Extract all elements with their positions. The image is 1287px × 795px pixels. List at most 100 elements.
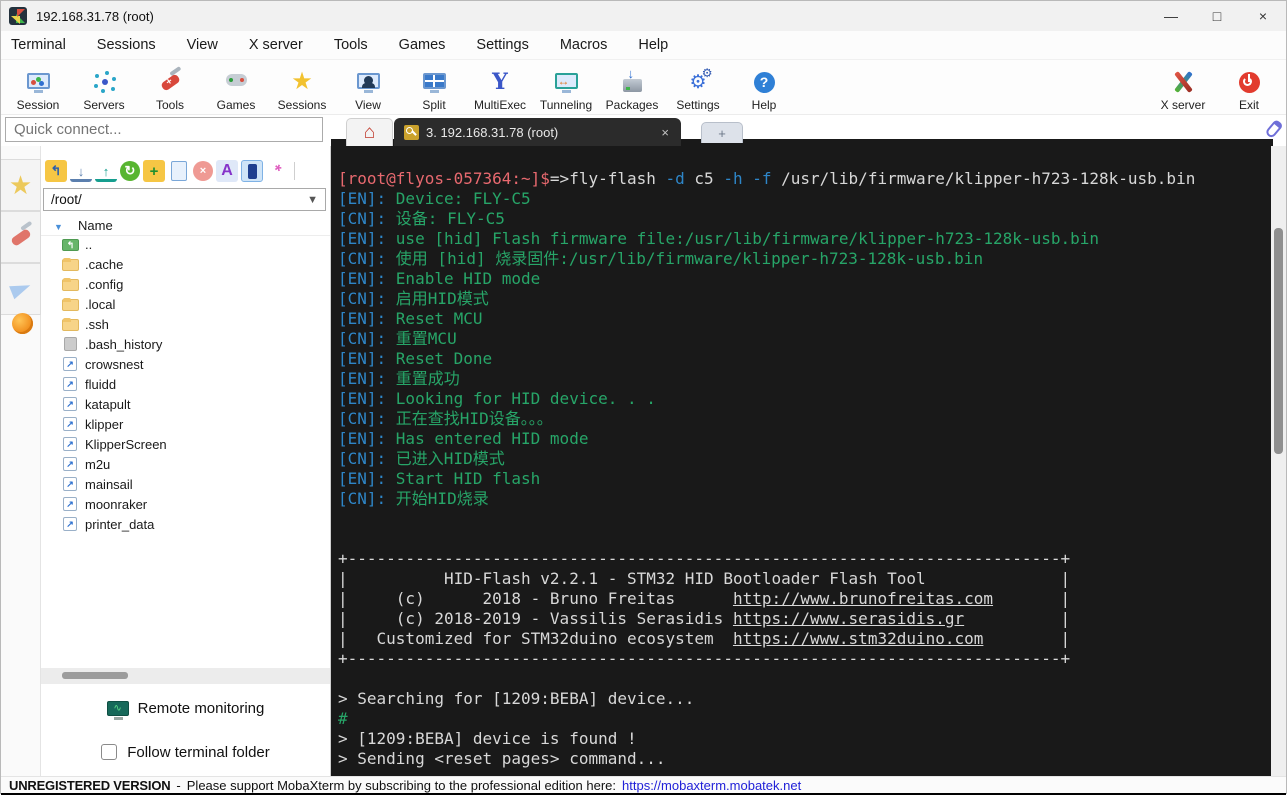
- download-icon[interactable]: ↓: [70, 160, 92, 182]
- key-icon: [404, 124, 419, 140]
- file-row-printer_data[interactable]: ↗ printer_data: [41, 514, 330, 534]
- file-name: klipper: [85, 416, 124, 432]
- toolbar-view-button[interactable]: View: [335, 64, 401, 112]
- terminal-line: [CN]: 重置MCU: [338, 329, 457, 348]
- knife-icon: [9, 227, 32, 247]
- remote-monitoring-button[interactable]: ∿ Remote monitoring: [41, 693, 330, 723]
- minimize-button[interactable]: —: [1148, 1, 1194, 31]
- follow-checkbox[interactable]: [101, 744, 118, 760]
- terminal-line: [EN]: Start HID flash: [338, 469, 541, 488]
- menu-help[interactable]: Help: [636, 34, 670, 56]
- mobatek-link[interactable]: https://mobaxterm.mobatek.net: [622, 778, 801, 793]
- file-row-.local[interactable]: .local: [41, 294, 330, 314]
- file-row-.ssh[interactable]: .ssh: [41, 314, 330, 334]
- toolbar-settings-button[interactable]: ⚙ ⚙ Settings: [665, 64, 731, 113]
- file-row-moonraker[interactable]: ↗ moonraker: [41, 494, 330, 514]
- paperclip-icon[interactable]: [1264, 118, 1284, 140]
- delete-icon[interactable]: ×: [193, 161, 213, 181]
- toolbar-split-button[interactable]: Split: [401, 64, 467, 112]
- menu-sessions[interactable]: Sessions: [95, 34, 158, 56]
- file-toolbar: ↰ ↓ ↑ ↻ + × A *: [45, 158, 295, 184]
- menu-view[interactable]: View: [185, 34, 220, 56]
- toolbar-multiexec-button[interactable]: Y MultiExec: [467, 64, 533, 112]
- file-row-klipper[interactable]: ↗ klipper: [41, 414, 330, 434]
- file-list: ↰.. .cache .config .local .ssh .bash_history ↗…: [41, 234, 330, 534]
- file-list-header[interactable]: ▼ Name: [41, 216, 330, 236]
- refresh-icon[interactable]: ↻: [120, 161, 140, 181]
- toolbar-xserver-button[interactable]: X server: [1150, 64, 1216, 112]
- terminal-output[interactable]: [root@flyos-057364:~]$=>fly-flash -d c5 …: [331, 139, 1273, 776]
- symlink-icon: ↗: [63, 417, 77, 431]
- h-scroll-thumb[interactable]: [62, 672, 128, 679]
- path-combobox[interactable]: /root/ ▼: [43, 188, 326, 211]
- font-icon[interactable]: A: [216, 160, 238, 182]
- sidebar-macros-button[interactable]: [1, 263, 41, 315]
- file-row-..[interactable]: ↰..: [41, 234, 330, 254]
- toolbar-label: X server: [1160, 98, 1206, 112]
- toolbar-help-button[interactable]: ? Help: [731, 64, 797, 112]
- terminal-line: | (c) 2018-2019 - Vassilis Serasidis htt…: [338, 609, 1071, 628]
- terminal-line: [EN]: Enable HID mode: [338, 269, 541, 288]
- symlink-icon: ↗: [63, 517, 77, 531]
- session-icon: [26, 70, 50, 96]
- file-row-.cache[interactable]: .cache: [41, 254, 330, 274]
- tab-close-icon[interactable]: ×: [659, 125, 671, 140]
- sidebar-tools-button[interactable]: [1, 211, 41, 263]
- file-row-fluidd[interactable]: ↗ fluidd: [41, 374, 330, 394]
- close-button[interactable]: ×: [1240, 1, 1286, 31]
- go-parent-icon[interactable]: ↰: [45, 160, 67, 182]
- menu-settings[interactable]: Settings: [474, 34, 530, 56]
- toolbar-tools-button[interactable]: + Tools: [137, 64, 203, 112]
- follow-terminal-folder[interactable]: Follow terminal folder: [41, 740, 330, 764]
- menu-x-server[interactable]: X server: [247, 34, 305, 56]
- toolbar-tunneling-button[interactable]: ↔ Tunneling: [533, 64, 599, 112]
- new-file-icon[interactable]: [168, 161, 190, 181]
- sftp-globe-icon[interactable]: [12, 313, 33, 334]
- folder-icon: [62, 318, 79, 331]
- toolbar-label: Exit: [1238, 98, 1259, 112]
- toolbar-servers-button[interactable]: Servers: [71, 64, 137, 112]
- home-tab[interactable]: ⌂: [346, 118, 393, 146]
- side-strip: ★: [1, 146, 41, 776]
- file-row-.bash_history[interactable]: .bash_history: [41, 334, 330, 354]
- new-tab-button[interactable]: +: [701, 122, 743, 143]
- file-row-mainsail[interactable]: ↗ mainsail: [41, 474, 330, 494]
- wand-icon[interactable]: *: [266, 160, 288, 182]
- toolbar-label: Split: [422, 98, 446, 112]
- file-row-katapult[interactable]: ↗ katapult: [41, 394, 330, 414]
- symlink-icon: ↗: [63, 457, 77, 471]
- horizontal-scrollbar[interactable]: [41, 668, 330, 684]
- toolbar-packages-button[interactable]: ↓ Packages: [599, 64, 665, 112]
- mobaxterm-window: 192.168.31.78 (root) — □ × Terminal Sessi…: [0, 0, 1287, 795]
- sync-terminal-icon[interactable]: [241, 160, 263, 182]
- games-icon: [225, 70, 247, 96]
- terminal-line: | HID-Flash v2.2.1 - STM32 HID Bootloade…: [338, 569, 1071, 588]
- toolbar-label: Tools: [155, 98, 184, 112]
- tunneling-icon: ↔: [554, 70, 578, 96]
- toolbar-games-button[interactable]: Games: [203, 64, 269, 112]
- terminal-line: [EN]: Looking for HID device. . .: [338, 389, 656, 408]
- file-row-KlipperScreen[interactable]: ↗ KlipperScreen: [41, 434, 330, 454]
- new-folder-icon[interactable]: +: [143, 160, 165, 182]
- v-scroll-thumb[interactable]: [1274, 228, 1283, 454]
- menu-games[interactable]: Games: [397, 34, 448, 56]
- sidebar-sessions-button[interactable]: ★: [1, 159, 41, 211]
- toolbar-session-button[interactable]: Session: [5, 64, 71, 112]
- file-row-m2u[interactable]: ↗ m2u: [41, 454, 330, 474]
- terminal-scrollbar[interactable]: [1271, 146, 1286, 776]
- upload-icon[interactable]: ↑: [95, 160, 117, 182]
- file-row-crowsnest[interactable]: ↗ crowsnest: [41, 354, 330, 374]
- menu-bar: Terminal Sessions View X server Tools Games Se…: [1, 31, 1286, 60]
- file-row-.config[interactable]: .config: [41, 274, 330, 294]
- sort-arrow-icon: ▼: [54, 222, 63, 232]
- toolbar-exit-button[interactable]: Exit: [1216, 64, 1282, 112]
- menu-macros[interactable]: Macros: [558, 34, 610, 56]
- session-tab-active[interactable]: 3. 192.168.31.78 (root) ×: [394, 118, 681, 146]
- maximize-button[interactable]: □: [1194, 1, 1240, 31]
- terminal-line: +---------------------------------------…: [338, 549, 1071, 568]
- menu-terminal[interactable]: Terminal: [9, 34, 68, 56]
- plus-icon: +: [718, 125, 726, 141]
- menu-tools[interactable]: Tools: [332, 34, 370, 56]
- terminal-line: [CN]: 使用 [hid] 烧录固件:/usr/lib/firmware/kl…: [338, 249, 984, 268]
- toolbar-sessions-button[interactable]: ★ Sessions: [269, 64, 335, 113]
